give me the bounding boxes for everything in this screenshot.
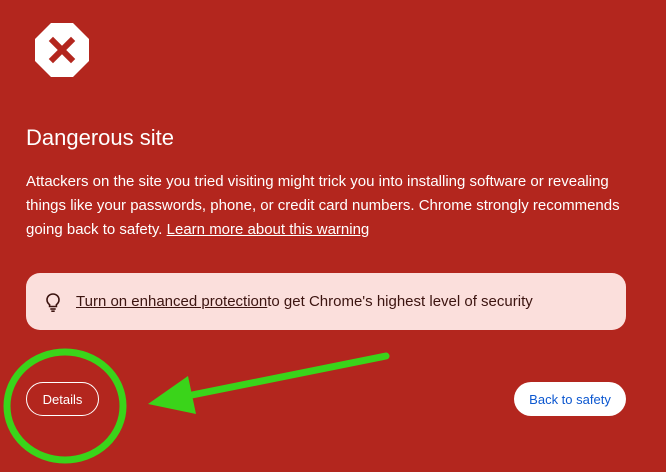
octagon-x-icon — [34, 22, 90, 78]
lightbulb-icon — [42, 291, 64, 313]
enhanced-protection-banner: Turn on enhanced protection to get Chrom… — [26, 273, 626, 330]
warning-description: Attackers on the site you tried visiting… — [26, 170, 636, 242]
learn-more-link[interactable]: Learn more about this warning — [167, 221, 370, 238]
highlight-arrow-shaft — [178, 352, 390, 401]
enhanced-protection-link[interactable]: Turn on enhanced protection — [76, 293, 267, 310]
highlight-arrow-head — [148, 376, 196, 414]
page-title: Dangerous site — [26, 125, 174, 150]
enhanced-protection-text: to get Chrome's highest level of securit… — [267, 293, 533, 310]
back-to-safety-button[interactable]: Back to safety — [514, 382, 626, 416]
details-button[interactable]: Details — [26, 382, 99, 416]
